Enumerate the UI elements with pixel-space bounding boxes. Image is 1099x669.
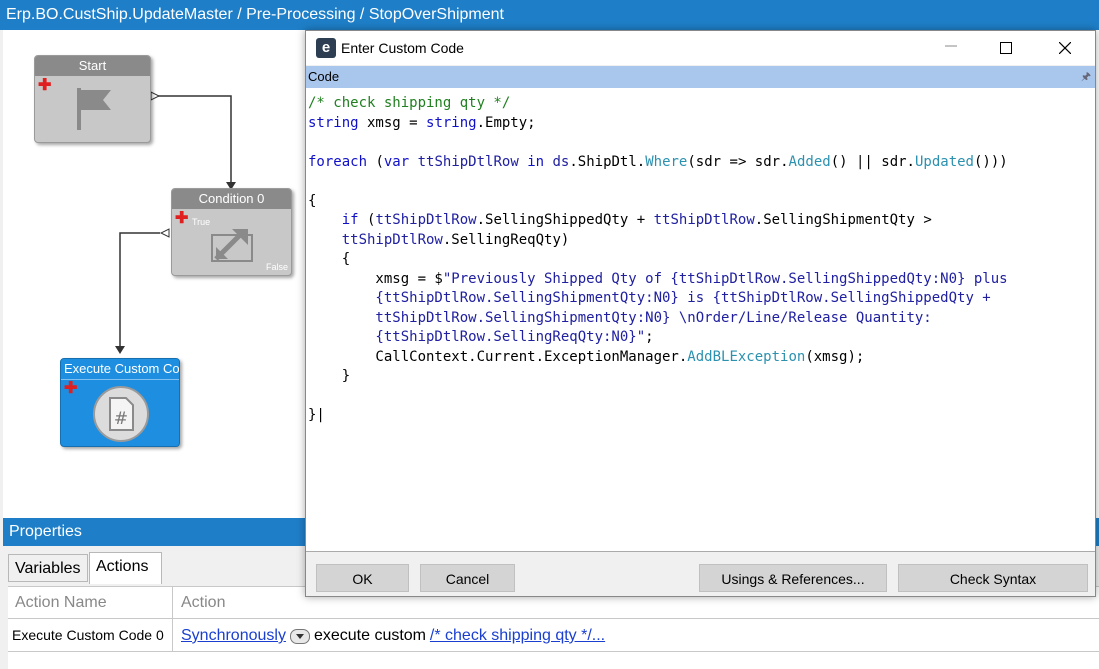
table-row[interactable]: Execute Custom Code 0 Synchronously execu…: [8, 619, 1099, 652]
start-node[interactable]: Start ✚: [34, 55, 151, 143]
condition-node-label: Condition 0: [172, 189, 291, 209]
action-name-cell: Execute Custom Code 0: [8, 619, 173, 651]
start-node-label: Start: [35, 56, 150, 76]
code-line: {ttShipDtlRow.SellingReqQty:N0}";: [308, 329, 654, 345]
action-text: execute custom: [313, 627, 427, 644]
code-line: foreach (var ttShipDtlRow in ds.ShipDtl.…: [308, 153, 1008, 170]
code-editor[interactable]: /* check shipping qty */ string xmsg = s…: [306, 88, 1095, 552]
code-line: ttShipDtlRow.SellingReqQty): [341, 231, 570, 248]
execute-node-label: Execute Custom Co: [61, 359, 179, 380]
code-section-header: Code 🖈: [306, 66, 1095, 88]
minimize-glyph: [945, 45, 957, 47]
code-line: {ttShipDtlRow.SellingShipmentQty:N0} is …: [308, 290, 991, 306]
code-line: xmsg = $"Previously Shipped Qty of {ttSh…: [308, 270, 1008, 287]
action-cell: Synchronously execute custom /* check shi…: [174, 619, 874, 651]
pin-icon[interactable]: 🖈: [1081, 66, 1091, 88]
plus-icon[interactable]: ✚: [175, 211, 188, 227]
close-icon[interactable]: [1042, 31, 1088, 65]
maximize-icon[interactable]: [983, 31, 1029, 65]
actions-grid: Action Name Action Execute Custom Code 0…: [8, 586, 1099, 669]
false-branch-label: False: [265, 262, 288, 272]
synchronously-link[interactable]: Synchronously: [181, 627, 286, 644]
chevron-down-icon[interactable]: [289, 628, 310, 644]
code-text[interactable]: /* check shipping qty */ string xmsg = s…: [308, 94, 1008, 426]
code-line: {: [308, 192, 317, 209]
condition-arrows-icon: [211, 229, 253, 262]
cancel-button[interactable]: Cancel: [420, 564, 515, 592]
tab-actions[interactable]: Actions: [89, 552, 162, 584]
svg-text:#: #: [114, 409, 128, 429]
execute-custom-code-node[interactable]: Execute Custom Co ✚ #: [60, 358, 180, 447]
window-title: Erp.BO.CustShip.UpdateMaster / Pre-Proce…: [0, 0, 1099, 30]
custom-code-icon: #: [93, 386, 149, 442]
maximize-glyph: [1000, 42, 1012, 54]
code-line: /* check shipping qty */: [308, 95, 511, 111]
code-line: }: [308, 368, 351, 384]
code-link[interactable]: /* check shipping qty */...: [430, 627, 605, 644]
close-glyph: [1058, 41, 1072, 55]
usings-references-button[interactable]: Usings & References...: [699, 564, 887, 592]
column-header-action-name[interactable]: Action Name: [8, 587, 173, 618]
dialog-titlebar[interactable]: e Enter Custom Code: [306, 31, 1095, 65]
custom-code-dialog: e Enter Custom Code Code 🖈 /* check ship…: [305, 30, 1096, 597]
code-section-label: Code: [308, 69, 340, 84]
plus-icon[interactable]: ✚: [64, 381, 77, 397]
code-line: string xmsg = string.Empty;: [308, 114, 536, 131]
dialog-title: Enter Custom Code: [341, 40, 464, 56]
tab-variables[interactable]: Variables: [8, 554, 88, 582]
flag-icon: [77, 88, 111, 130]
app-logo-icon: e: [316, 38, 336, 58]
condition-node[interactable]: Condition 0 ✚ True False: [171, 188, 292, 276]
ok-button[interactable]: OK: [316, 564, 409, 592]
check-syntax-button[interactable]: Check Syntax: [898, 564, 1088, 592]
code-line: {: [308, 251, 351, 267]
code-line: CallContext.Current.ExceptionManager.Add…: [308, 348, 865, 365]
true-branch-label: True: [192, 217, 211, 227]
code-line: ttShipDtlRow.SellingShipmentQty:N0} \nOr…: [308, 309, 932, 326]
code-line: if (ttShipDtlRow.SellingShippedQty + ttS…: [341, 212, 932, 228]
code-line: }|: [308, 407, 325, 423]
plus-icon[interactable]: ✚: [38, 78, 51, 94]
minimize-icon[interactable]: [928, 31, 974, 65]
